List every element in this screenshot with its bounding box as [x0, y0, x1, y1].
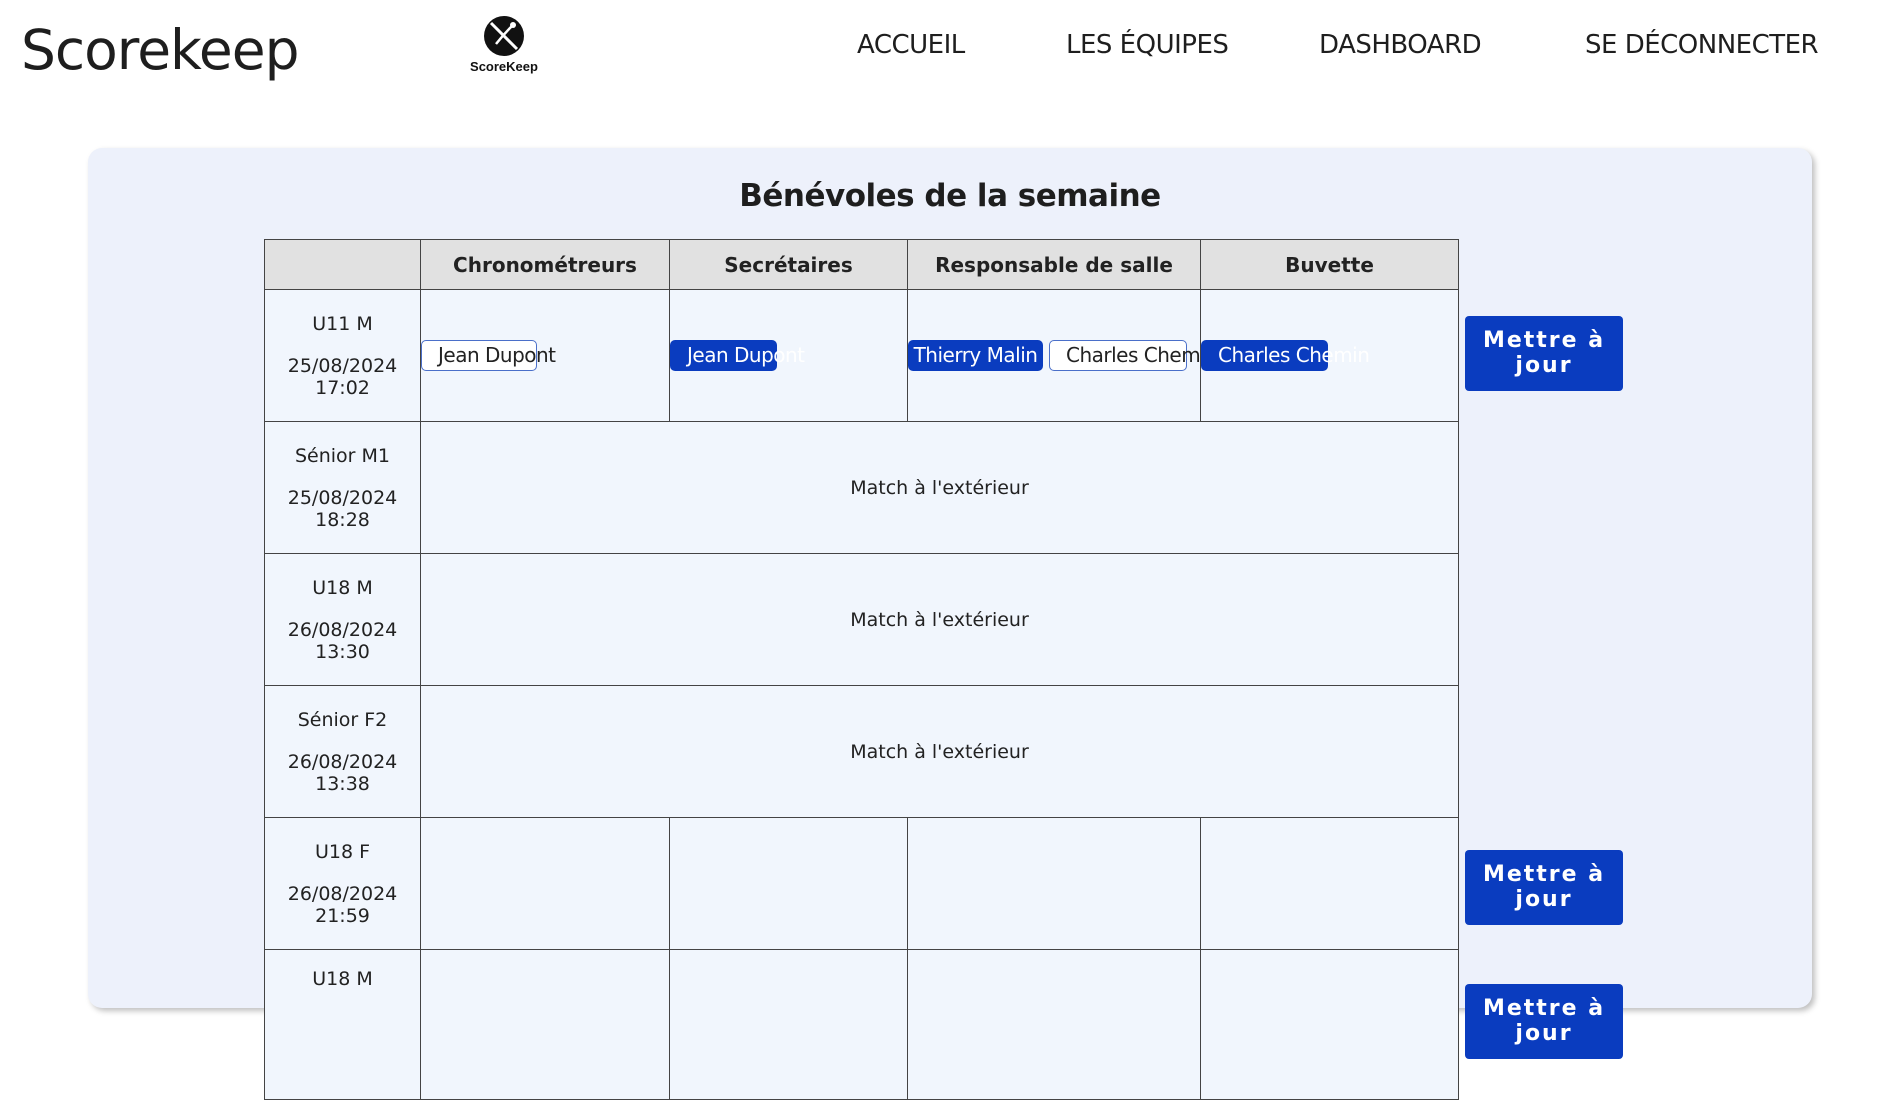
update-button[interactable]: Mettre à jour	[1465, 850, 1623, 925]
nav-se-deconnecter[interactable]: SE DÉCONNECTER	[1585, 30, 1819, 60]
match-date: 25/08/2024	[287, 354, 398, 377]
volunteer-chip[interactable]: Jean Dupont	[670, 340, 805, 371]
team-name: U18 M	[312, 968, 373, 990]
column-header-secretaires: Secrétaires	[669, 239, 908, 290]
away-match-cell: Match à l'extérieur	[420, 553, 1459, 686]
match-date: 26/08/2024	[287, 618, 398, 641]
volunteer-chip[interactable]: Thierry Malin	[908, 340, 1043, 371]
nav-dashboard[interactable]: DASHBOARD	[1319, 30, 1482, 60]
table-header-row: Chronométreurs Secrétaires Responsable d…	[264, 239, 1459, 290]
column-header-team	[264, 239, 421, 290]
buvette-cell: Charles Chemin	[1200, 289, 1459, 422]
column-header-chronometreurs: Chronométreurs	[420, 239, 670, 290]
volunteers-table: Chronométreurs Secrétaires Responsable d…	[264, 239, 1459, 1100]
match-time: 18:28	[315, 508, 370, 531]
top-header: Scorekeep ScoreKeep ACCUEIL LES ÉQUIPES …	[0, 0, 1894, 100]
table-row: U18 M 26/08/2024 13:30 Match à l'extérie…	[264, 553, 1459, 686]
nav-les-equipes[interactable]: LES ÉQUIPES	[1066, 30, 1229, 60]
away-match-cell: Match à l'extérieur	[420, 685, 1459, 818]
match-date: 26/08/2024	[287, 750, 398, 773]
responsables-cell[interactable]	[907, 949, 1201, 1100]
match-info-cell: Sénior M1 25/08/2024 18:28	[264, 421, 421, 554]
table-row: U11 M 25/08/2024 17:02 Jean Dupont Jean …	[264, 289, 1459, 422]
match-info-cell: U11 M 25/08/2024 17:02	[264, 289, 421, 422]
chronometreurs-cell[interactable]	[420, 949, 670, 1100]
responsables-cell[interactable]	[907, 817, 1201, 950]
team-name: U18 F	[314, 840, 371, 863]
match-info-cell: Sénior F2 26/08/2024 13:38	[264, 685, 421, 818]
match-date: 26/08/2024	[287, 882, 398, 905]
team-name: U11 M	[312, 312, 373, 335]
update-button[interactable]: Mettre à jour	[1465, 984, 1623, 1059]
main-nav: ACCUEIL LES ÉQUIPES DASHBOARD SE DÉCONNE…	[0, 30, 1894, 70]
responsables-cell: Thierry Malin Charles Chemin	[907, 289, 1218, 422]
match-date: 25/08/2024	[287, 486, 398, 509]
table-row: Sénior F2 26/08/2024 13:38 Match à l'ext…	[264, 685, 1459, 818]
volunteer-chip[interactable]: Charles Chemin	[1201, 340, 1370, 371]
secretaires-cell[interactable]	[669, 817, 908, 950]
table-row: U18 F 26/08/2024 21:59	[264, 817, 1459, 950]
table-row: Sénior M1 25/08/2024 18:28 Match à l'ext…	[264, 421, 1459, 554]
secretaires-cell[interactable]	[669, 949, 908, 1100]
team-name: U18 M	[312, 576, 373, 599]
buvette-cell[interactable]	[1200, 949, 1459, 1100]
chronometreurs-cell: Jean Dupont	[420, 289, 670, 422]
column-header-responsable: Responsable de salle	[907, 239, 1201, 290]
match-time: 17:02	[315, 376, 370, 399]
match-time: 21:59	[315, 904, 370, 927]
match-info-cell: U18 F 26/08/2024 21:59	[264, 817, 421, 950]
match-info-cell: U18 M 26/08/2024 13:30	[264, 553, 421, 686]
volunteers-panel: Bénévoles de la semaine Chronométreurs S…	[88, 148, 1812, 1100]
match-info-cell: U18 M	[264, 949, 421, 1100]
secretaires-cell: Jean Dupont	[669, 289, 908, 422]
volunteer-chip[interactable]: Charles Chemin	[1049, 340, 1218, 371]
column-header-buvette: Buvette	[1200, 239, 1459, 290]
table-row: U18 M	[264, 949, 1459, 1100]
buvette-cell[interactable]	[1200, 817, 1459, 950]
update-button[interactable]: Mettre à jour	[1465, 316, 1623, 391]
match-time: 13:30	[315, 640, 370, 663]
away-match-cell: Match à l'extérieur	[420, 421, 1459, 554]
panel-title: Bénévoles de la semaine	[739, 178, 1161, 214]
volunteer-chip[interactable]: Jean Dupont	[421, 340, 556, 371]
team-name: Sénior F2	[297, 708, 388, 731]
match-time: 13:38	[315, 772, 370, 795]
nav-accueil[interactable]: ACCUEIL	[857, 30, 965, 60]
team-name: Sénior M1	[294, 444, 391, 467]
chronometreurs-cell[interactable]	[420, 817, 670, 950]
